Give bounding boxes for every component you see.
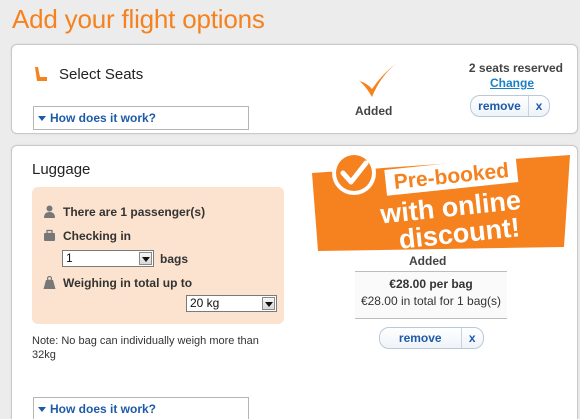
seats-close-button[interactable]: x [529, 99, 549, 113]
seats-reserved-count: 2 seats reserved [468, 61, 563, 75]
weight-label: Weighing in total up to [63, 276, 193, 290]
seats-card: Select Seats How does it work? Added 2 s… [11, 44, 578, 134]
change-seats-link[interactable]: Change [490, 76, 534, 90]
weight-select-value: 20 kg [190, 296, 220, 310]
luggage-price-box: €28.00 per bag €28.00 in total for 1 bag… [355, 271, 507, 319]
bag-weight-note: Note: No bag can individually weigh more… [32, 335, 259, 361]
flight-options-page: Add your flight options Select Seats How… [0, 0, 580, 419]
weight-icon [43, 276, 56, 289]
expand-triangle-icon [38, 407, 46, 413]
luggage-how-it-works-label: How does it work? [50, 402, 157, 416]
page-title: Add your flight options [12, 4, 265, 34]
bags-select[interactable]: 1 [62, 250, 154, 267]
dropdown-arrow-icon[interactable] [139, 252, 152, 265]
bags-select-value: 1 [66, 251, 73, 265]
price-per-bag: €28.00 per bag [389, 277, 473, 291]
luggage-close-button[interactable]: x [462, 331, 483, 345]
prebooked-discount-banner: Pre-booked with online discount! [312, 151, 570, 253]
seats-how-it-works-link[interactable]: How does it work? [38, 111, 156, 125]
weight-select[interactable]: 20 kg [186, 295, 277, 312]
price-total: €28.00 in total for 1 bag(s) [360, 294, 502, 308]
luggage-remove-button[interactable]: remove [380, 328, 462, 348]
seats-remove-button[interactable]: remove [471, 96, 529, 116]
checking-in-label: Checking in [63, 229, 132, 243]
seats-how-it-works[interactable]: How does it work? [33, 106, 249, 130]
expand-triangle-icon [38, 116, 46, 122]
seats-status: Added [355, 104, 393, 118]
seats-title: Select Seats [59, 66, 144, 83]
checkmark-icon [359, 63, 397, 97]
seats-remove-control: remove x [470, 95, 550, 117]
luggage-how-it-works-link[interactable]: How does it work? [38, 402, 156, 416]
luggage-remove-control: remove x [379, 327, 484, 349]
bags-label: bags [160, 252, 189, 266]
luggage-status: Added [409, 254, 447, 268]
seats-how-it-works-label: How does it work? [50, 111, 157, 125]
luggage-card: Luggage There are 1 passenger(s) Checkin… [11, 145, 578, 419]
luggage-title: Luggage [32, 161, 91, 178]
passenger-count: There are 1 passenger(s) [63, 205, 206, 219]
person-icon [44, 205, 55, 218]
luggage-how-it-works[interactable]: How does it work? [33, 397, 249, 419]
luggage-options-panel: There are 1 passenger(s) Checking in 1 b… [32, 187, 284, 324]
suitcase-icon [44, 229, 55, 241]
dropdown-arrow-icon[interactable] [262, 297, 275, 310]
seat-icon [35, 67, 47, 81]
